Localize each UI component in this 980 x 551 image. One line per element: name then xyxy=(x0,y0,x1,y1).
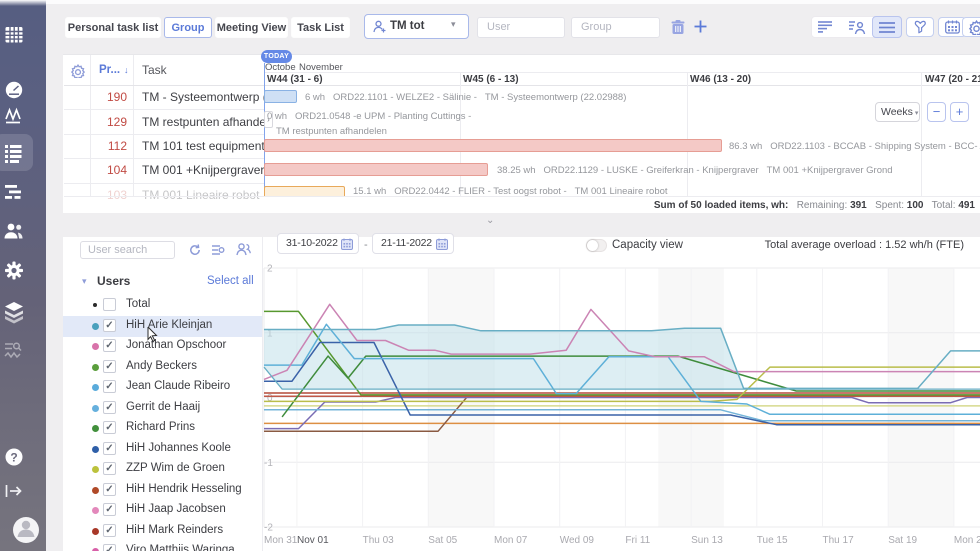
svg-text:Mon 07: Mon 07 xyxy=(494,535,528,546)
svg-text:Fri 11: Fri 11 xyxy=(625,535,650,546)
svg-text:0: 0 xyxy=(267,393,273,404)
svg-text:Nov 01: Nov 01 xyxy=(297,535,329,546)
svg-text:Wed 09: Wed 09 xyxy=(560,535,595,546)
svg-text:Sat 19: Sat 19 xyxy=(888,535,917,546)
svg-text:?: ? xyxy=(10,451,17,465)
svg-text:-2: -2 xyxy=(264,523,273,534)
svg-text:-1: -1 xyxy=(264,458,273,469)
svg-text:Mon 2: Mon 2 xyxy=(954,535,980,546)
svg-text:Sat 05: Sat 05 xyxy=(428,535,457,546)
svg-text:Thu 17: Thu 17 xyxy=(823,535,855,546)
svg-text:Thu 03: Thu 03 xyxy=(363,535,395,546)
svg-text:Tue 15: Tue 15 xyxy=(757,535,788,546)
svg-text:Sun 13: Sun 13 xyxy=(691,535,723,546)
svg-text:2: 2 xyxy=(267,264,273,275)
svg-text:Mon 31: Mon 31 xyxy=(264,535,298,546)
